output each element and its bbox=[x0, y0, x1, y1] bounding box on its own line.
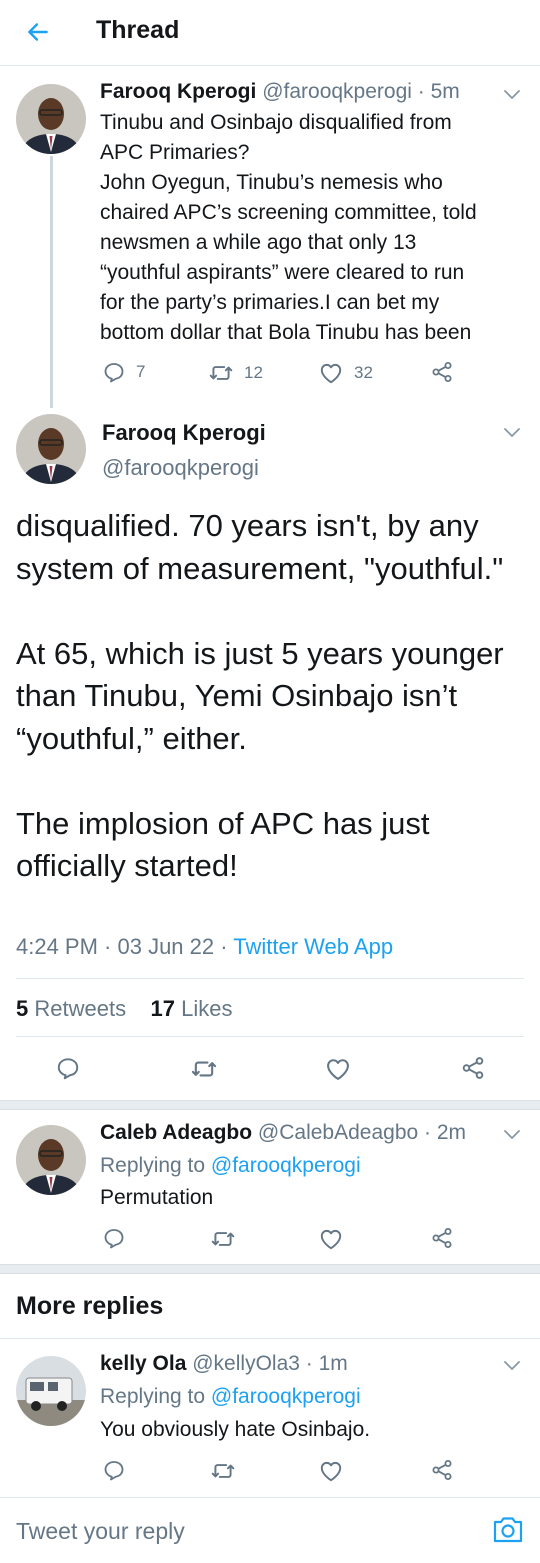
tweet-text[interactable]: Permutation bbox=[100, 1183, 520, 1213]
share-icon bbox=[460, 1055, 486, 1081]
tweet-line: APC Primaries? bbox=[100, 141, 250, 164]
like-icon bbox=[318, 1226, 344, 1252]
like-icon bbox=[318, 360, 344, 386]
tweet-header: kelly Ola @kellyOla3 · 1m bbox=[100, 1352, 348, 1375]
chevron-down-icon[interactable] bbox=[500, 82, 524, 106]
retweet-button[interactable]: 12 bbox=[208, 360, 263, 386]
author-handle[interactable]: @farooqkperogi bbox=[102, 455, 259, 481]
tweet-stats: 5 Retweets 17 Likes bbox=[16, 996, 233, 1022]
retweet-button[interactable] bbox=[210, 1226, 236, 1252]
retweet-icon bbox=[210, 1458, 236, 1484]
reply-icon bbox=[102, 1458, 126, 1482]
like-button[interactable]: 32 bbox=[318, 360, 373, 386]
like-button[interactable] bbox=[324, 1055, 352, 1083]
chevron-down-icon[interactable] bbox=[500, 420, 524, 444]
tweet-paragraph: The implosion of APC has just officially… bbox=[16, 805, 430, 884]
replying-to: Replying to @farooqkperogi bbox=[100, 1154, 361, 1177]
section-separator bbox=[0, 1100, 540, 1110]
author-name[interactable]: Farooq Kperogi bbox=[102, 420, 266, 446]
replying-to-link[interactable]: @farooqkperogi bbox=[211, 1385, 361, 1408]
like-icon bbox=[318, 1458, 344, 1484]
author-handle[interactable]: @kellyOla3 bbox=[192, 1352, 300, 1375]
likes-stat[interactable]: 17 Likes bbox=[151, 996, 233, 1021]
tweet-text[interactable]: You obviously hate Osinbajo. bbox=[100, 1415, 520, 1445]
reply-input[interactable]: Tweet your reply bbox=[16, 1518, 185, 1545]
focused-tweet-text: disqualified. 70 years isn't, by any sys… bbox=[16, 505, 526, 888]
top-bar: Thread bbox=[0, 0, 540, 66]
like-count: 32 bbox=[354, 363, 373, 382]
tweet-text[interactable]: Tinubu and Osinbajo disqualified from AP… bbox=[100, 108, 520, 348]
back-arrow-icon bbox=[28, 23, 48, 41]
tweet-time: 5m bbox=[430, 80, 460, 103]
thread-connector-line bbox=[50, 156, 53, 408]
tweet-time: 1m bbox=[318, 1352, 348, 1375]
reply-count: 7 bbox=[136, 362, 146, 381]
like-icon bbox=[324, 1055, 352, 1083]
chevron-down-icon[interactable] bbox=[500, 1122, 524, 1146]
tweet-line: “youthful aspirants” were cleared to run bbox=[100, 261, 465, 284]
tweet-header: Farooq Kperogi @farooqkperogi · 5m bbox=[100, 80, 460, 103]
divider bbox=[16, 1036, 524, 1037]
author-handle[interactable]: @farooqkperogi bbox=[262, 80, 412, 103]
share-button[interactable] bbox=[460, 1055, 486, 1081]
author-handle[interactable]: @CalebAdeagbo bbox=[258, 1121, 418, 1144]
reply-icon bbox=[102, 1226, 126, 1250]
tweet-timestamp: 4:24 PM · 03 Jun 22 · Twitter Web App bbox=[16, 934, 393, 960]
divider bbox=[0, 1338, 540, 1339]
tweet-time: 2m bbox=[436, 1121, 467, 1144]
more-replies-heading: More replies bbox=[16, 1292, 164, 1320]
avatar[interactable] bbox=[16, 1356, 86, 1426]
avatar[interactable] bbox=[16, 1125, 86, 1195]
like-button[interactable] bbox=[318, 1458, 344, 1484]
section-separator bbox=[0, 1264, 540, 1274]
tweet-line: for the party’s primaries.I can bet my bbox=[100, 291, 440, 314]
tweet-line: newsmen a while ago that only 13 bbox=[100, 231, 417, 254]
share-button[interactable] bbox=[430, 1458, 454, 1482]
share-icon bbox=[430, 1458, 454, 1482]
retweet-button[interactable] bbox=[190, 1055, 218, 1083]
replying-to-link[interactable]: @farooqkperogi bbox=[211, 1154, 361, 1177]
reply-button[interactable]: 7 bbox=[102, 360, 145, 384]
tweet-line: bottom dollar that Bola Tinubu has been bbox=[100, 321, 472, 344]
tweet-header: Caleb Adeagbo @CalebAdeagbo · 2m bbox=[100, 1121, 467, 1144]
back-button[interactable] bbox=[18, 14, 58, 50]
reply-button[interactable] bbox=[102, 1226, 126, 1250]
share-icon bbox=[430, 1226, 454, 1250]
author-name[interactable]: Farooq Kperogi bbox=[100, 80, 256, 103]
retweet-icon bbox=[210, 1226, 236, 1252]
tweet-line: Tinubu and Osinbajo disqualified from bbox=[100, 111, 452, 134]
tweet-paragraph: disqualified. 70 years isn't, by any sys… bbox=[16, 508, 504, 586]
reply-icon bbox=[102, 360, 126, 384]
author-name[interactable]: Caleb Adeagbo bbox=[100, 1121, 252, 1144]
author-name[interactable]: kelly Ola bbox=[100, 1352, 186, 1375]
share-button[interactable] bbox=[430, 360, 454, 384]
camera-icon[interactable] bbox=[492, 1514, 524, 1544]
replying-to: Replying to @farooqkperogi bbox=[100, 1385, 361, 1408]
page-title: Thread bbox=[96, 16, 180, 44]
share-button[interactable] bbox=[430, 1226, 454, 1250]
avatar[interactable] bbox=[16, 414, 86, 484]
tweet-paragraph: At 65, which is just 5 years younger tha… bbox=[16, 635, 504, 756]
share-icon bbox=[430, 360, 454, 384]
retweet-button[interactable] bbox=[210, 1458, 236, 1484]
reply-button[interactable] bbox=[55, 1055, 81, 1081]
tweet-line: chaired APC’s screening committee, told bbox=[100, 201, 477, 224]
retweet-count: 12 bbox=[244, 363, 263, 382]
reply-icon bbox=[55, 1055, 81, 1081]
tweet-source-link[interactable]: Twitter Web App bbox=[233, 934, 393, 959]
van-photo bbox=[16, 1356, 86, 1426]
avatar[interactable] bbox=[16, 84, 86, 154]
tweet-time: 4:24 PM · 03 Jun 22 · bbox=[16, 934, 234, 959]
retweet-icon bbox=[208, 360, 234, 386]
reply-composer: Tweet your reply bbox=[0, 1497, 540, 1563]
like-button[interactable] bbox=[318, 1226, 344, 1252]
retweet-icon bbox=[190, 1055, 218, 1083]
retweets-stat[interactable]: 5 Retweets bbox=[16, 996, 126, 1021]
reply-button[interactable] bbox=[102, 1458, 126, 1482]
tweet-line: John Oyegun, Tinubu’s nemesis who bbox=[100, 171, 443, 194]
divider bbox=[16, 978, 524, 979]
chevron-down-icon[interactable] bbox=[500, 1353, 524, 1377]
